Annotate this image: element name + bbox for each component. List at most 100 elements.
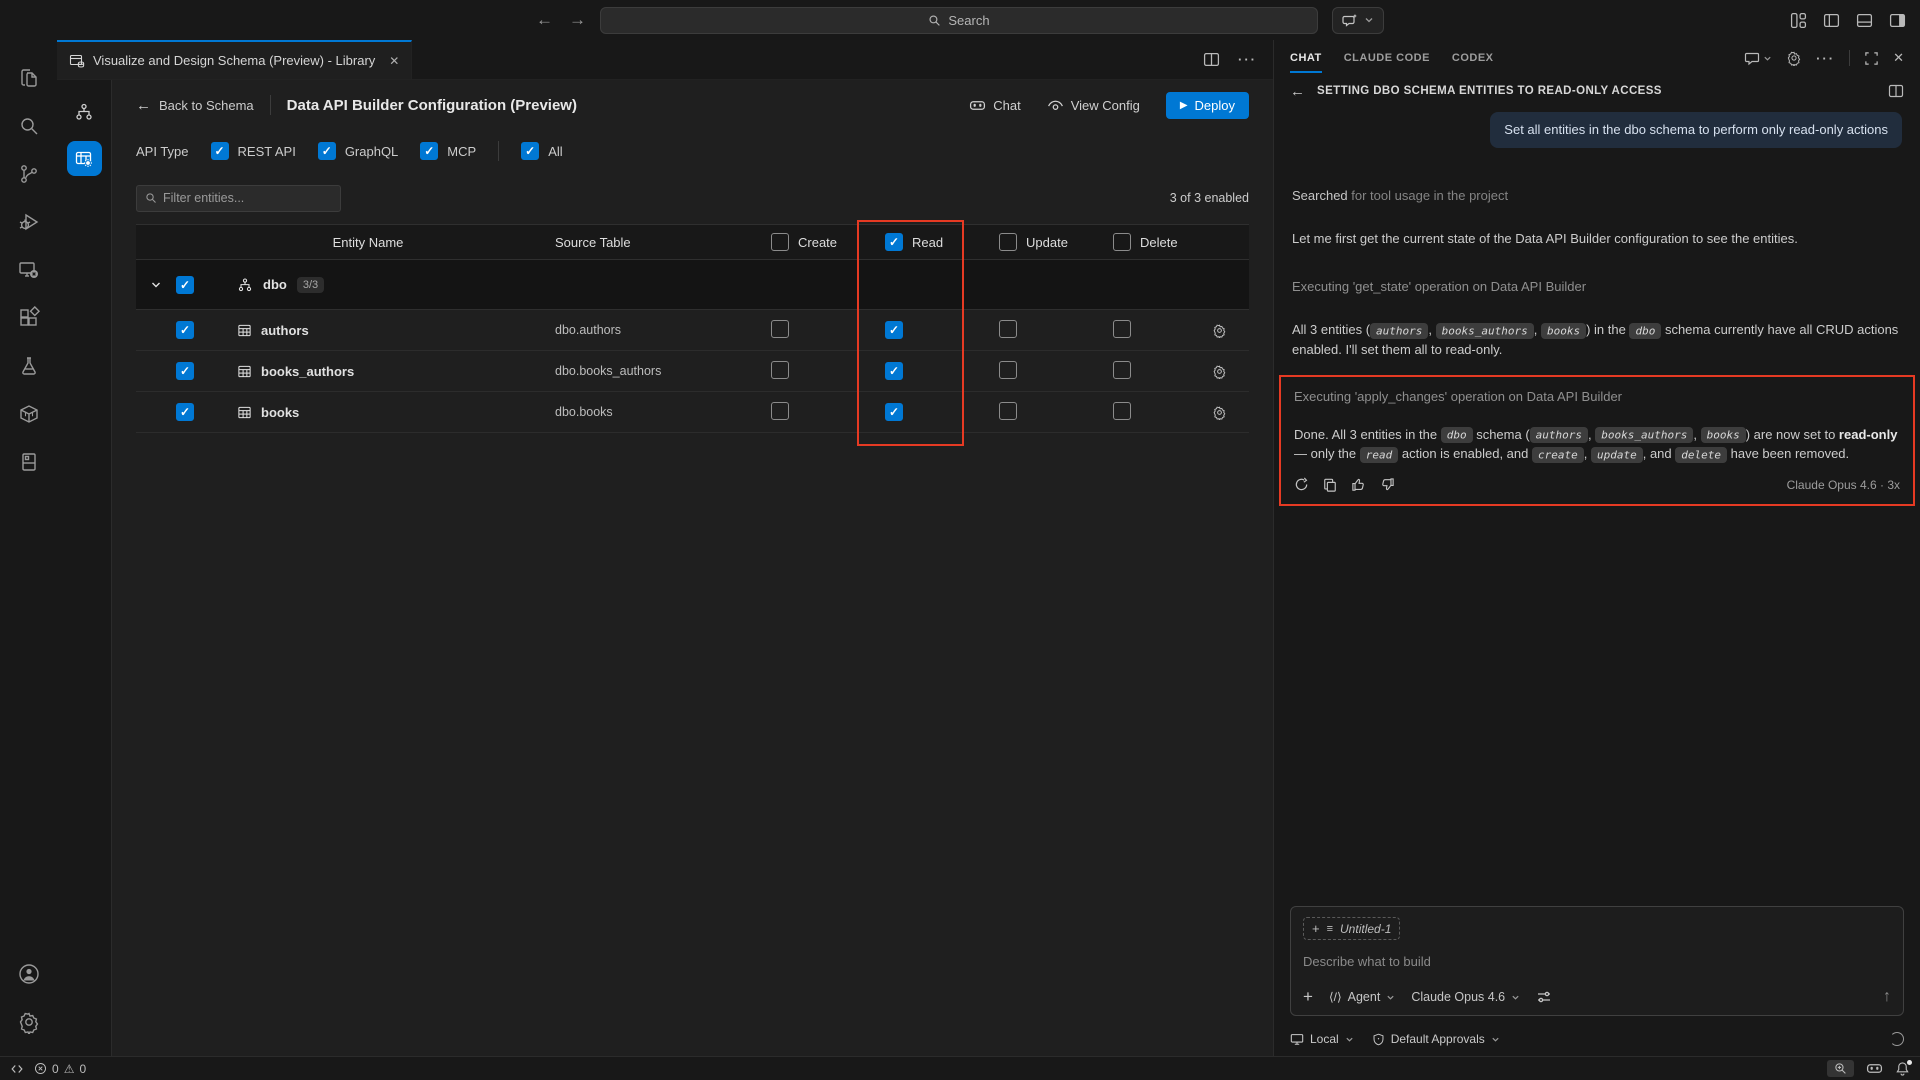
update-checkbox[interactable]	[999, 320, 1017, 338]
toggle-panel-icon[interactable]	[1856, 12, 1873, 29]
table-row-books[interactable]: books dbo.books	[136, 392, 1249, 433]
deploy-button[interactable]: ▶ Deploy	[1166, 92, 1249, 119]
chevron-down-icon[interactable]	[150, 279, 162, 291]
table-row-authors[interactable]: authors dbo.authors	[136, 310, 1249, 351]
delete-checkbox[interactable]	[1113, 402, 1131, 420]
graphql-checkbox[interactable]	[318, 142, 336, 160]
delete-checkbox[interactable]	[1113, 361, 1131, 379]
mcp-checkbox[interactable]	[420, 142, 438, 160]
row-select-checkbox[interactable]	[176, 403, 194, 421]
split-editor-icon[interactable]	[1203, 51, 1220, 68]
chat-settings-gear-icon[interactable]	[1786, 50, 1802, 66]
read-checkbox[interactable]	[885, 362, 903, 380]
target-selector[interactable]: Local	[1290, 1032, 1354, 1046]
copy-icon[interactable]	[1323, 478, 1337, 492]
table-row-books-authors[interactable]: books_authors dbo.books_authors	[136, 351, 1249, 392]
close-panel-icon[interactable]: ✕	[1893, 50, 1904, 66]
create-checkbox[interactable]	[771, 361, 789, 379]
open-session-in-editor-icon[interactable]	[1888, 83, 1904, 99]
settings-gear-icon[interactable]	[0, 998, 57, 1046]
retry-icon[interactable]	[1294, 477, 1309, 492]
explorer-icon[interactable]	[0, 54, 57, 102]
accounts-icon[interactable]	[0, 950, 57, 998]
tab-close-icon[interactable]: ✕	[389, 54, 399, 68]
customize-layout-icon[interactable]	[1790, 12, 1807, 29]
chevron-down-icon	[1364, 15, 1374, 25]
command-search-box[interactable]: Search	[600, 7, 1318, 34]
delete-checkbox[interactable]	[1113, 320, 1131, 338]
chat-button[interactable]: Chat	[969, 97, 1020, 114]
tab-claude-code[interactable]: CLAUDE CODE	[1344, 43, 1430, 73]
containers-icon[interactable]	[0, 390, 57, 438]
row-select-checkbox[interactable]	[176, 321, 194, 339]
tools-sliders-icon[interactable]	[1536, 989, 1552, 1005]
remote-indicator[interactable]	[10, 1062, 24, 1076]
toggle-primary-sidebar-icon[interactable]	[1823, 12, 1840, 29]
chevron-down-icon	[1386, 993, 1395, 1002]
row-select-checkbox[interactable]	[176, 362, 194, 380]
search-sidebar-icon[interactable]	[0, 102, 57, 150]
remote-explorer-icon[interactable]	[0, 246, 57, 294]
api-type-mcp[interactable]: MCP	[420, 142, 476, 160]
read-all-checkbox[interactable]	[885, 233, 903, 251]
run-debug-icon[interactable]	[0, 198, 57, 246]
nav-forward-icon[interactable]: →	[569, 10, 586, 30]
row-settings-gear-icon[interactable]	[1212, 323, 1227, 338]
read-checkbox[interactable]	[885, 321, 903, 339]
rest-api-checkbox[interactable]	[211, 142, 229, 160]
create-all-checkbox[interactable]	[771, 233, 789, 251]
new-chat-button[interactable]	[1744, 50, 1772, 66]
extensions-icon[interactable]	[0, 294, 57, 342]
create-checkbox[interactable]	[771, 320, 789, 338]
group-select-checkbox[interactable]	[176, 276, 194, 294]
tab-visualize-schema[interactable]: Visualize and Design Schema (Preview) - …	[57, 40, 412, 79]
approvals-selector[interactable]: Default Approvals	[1372, 1032, 1500, 1046]
mode-selector[interactable]: ⟨/⟩ Agent	[1329, 990, 1395, 1004]
all-checkbox[interactable]	[521, 142, 539, 160]
context-pill[interactable]: + ≡ Untitled-1	[1303, 917, 1400, 940]
notifications-button[interactable]	[1895, 1061, 1910, 1076]
chat-message-list[interactable]: Set all entities in the dbo schema to pe…	[1274, 106, 1920, 906]
row-settings-gear-icon[interactable]	[1212, 405, 1227, 420]
tab-chat[interactable]: CHAT	[1290, 43, 1322, 73]
more-actions-icon[interactable]: ···	[1238, 52, 1257, 67]
source-control-icon[interactable]	[0, 150, 57, 198]
read-checkbox[interactable]	[885, 403, 903, 421]
create-checkbox[interactable]	[771, 402, 789, 420]
api-type-graphql[interactable]: GraphQL	[318, 142, 398, 160]
chat-prompt-input[interactable]	[1303, 954, 1891, 969]
schema-diagram-tool-icon[interactable]	[67, 94, 102, 129]
chat-more-actions-icon[interactable]: ···	[1816, 51, 1835, 66]
api-type-all[interactable]: All	[521, 142, 562, 160]
chat-input-box[interactable]: + ≡ Untitled-1 + ⟨/⟩ Agent	[1290, 906, 1904, 1016]
nav-back-icon[interactable]: ←	[536, 10, 553, 30]
attach-icon[interactable]: +	[1303, 987, 1313, 1007]
searched-summary[interactable]: Searched for tool usage in the project	[1292, 186, 1902, 206]
tab-codex[interactable]: CODEX	[1452, 43, 1494, 73]
problems-indicator[interactable]: 0 ⚠ 0	[34, 1062, 86, 1076]
row-settings-gear-icon[interactable]	[1212, 364, 1227, 379]
schema-group-row[interactable]: dbo 3/3	[136, 260, 1249, 310]
table-header-row: Entity Name Source Table Create Read	[136, 224, 1249, 260]
api-type-rest[interactable]: REST API	[211, 142, 296, 160]
filter-entities-input[interactable]	[163, 191, 323, 205]
update-all-checkbox[interactable]	[999, 233, 1017, 251]
thumbs-up-icon[interactable]	[1351, 477, 1366, 492]
copilot-status-icon[interactable]	[1866, 1060, 1883, 1077]
view-config-button[interactable]: View Config	[1047, 97, 1140, 114]
chat-back-icon[interactable]: ←	[1290, 83, 1305, 100]
toggle-secondary-sidebar-icon[interactable]	[1889, 12, 1906, 29]
model-selector[interactable]: Claude Opus 4.6	[1411, 990, 1520, 1004]
update-checkbox[interactable]	[999, 361, 1017, 379]
thumbs-down-icon[interactable]	[1380, 477, 1395, 492]
back-to-schema-button[interactable]: ← Back to Schema	[136, 97, 254, 114]
dab-config-tool-icon[interactable]	[67, 141, 102, 176]
zoom-status-button[interactable]	[1827, 1060, 1854, 1077]
maximize-panel-icon[interactable]	[1864, 51, 1879, 66]
delete-all-checkbox[interactable]	[1113, 233, 1131, 251]
copilot-chat-button[interactable]	[1332, 7, 1384, 34]
database-projects-icon[interactable]	[0, 438, 57, 486]
update-checkbox[interactable]	[999, 402, 1017, 420]
testing-flask-icon[interactable]	[0, 342, 57, 390]
send-icon[interactable]: ↑	[1883, 988, 1891, 1006]
